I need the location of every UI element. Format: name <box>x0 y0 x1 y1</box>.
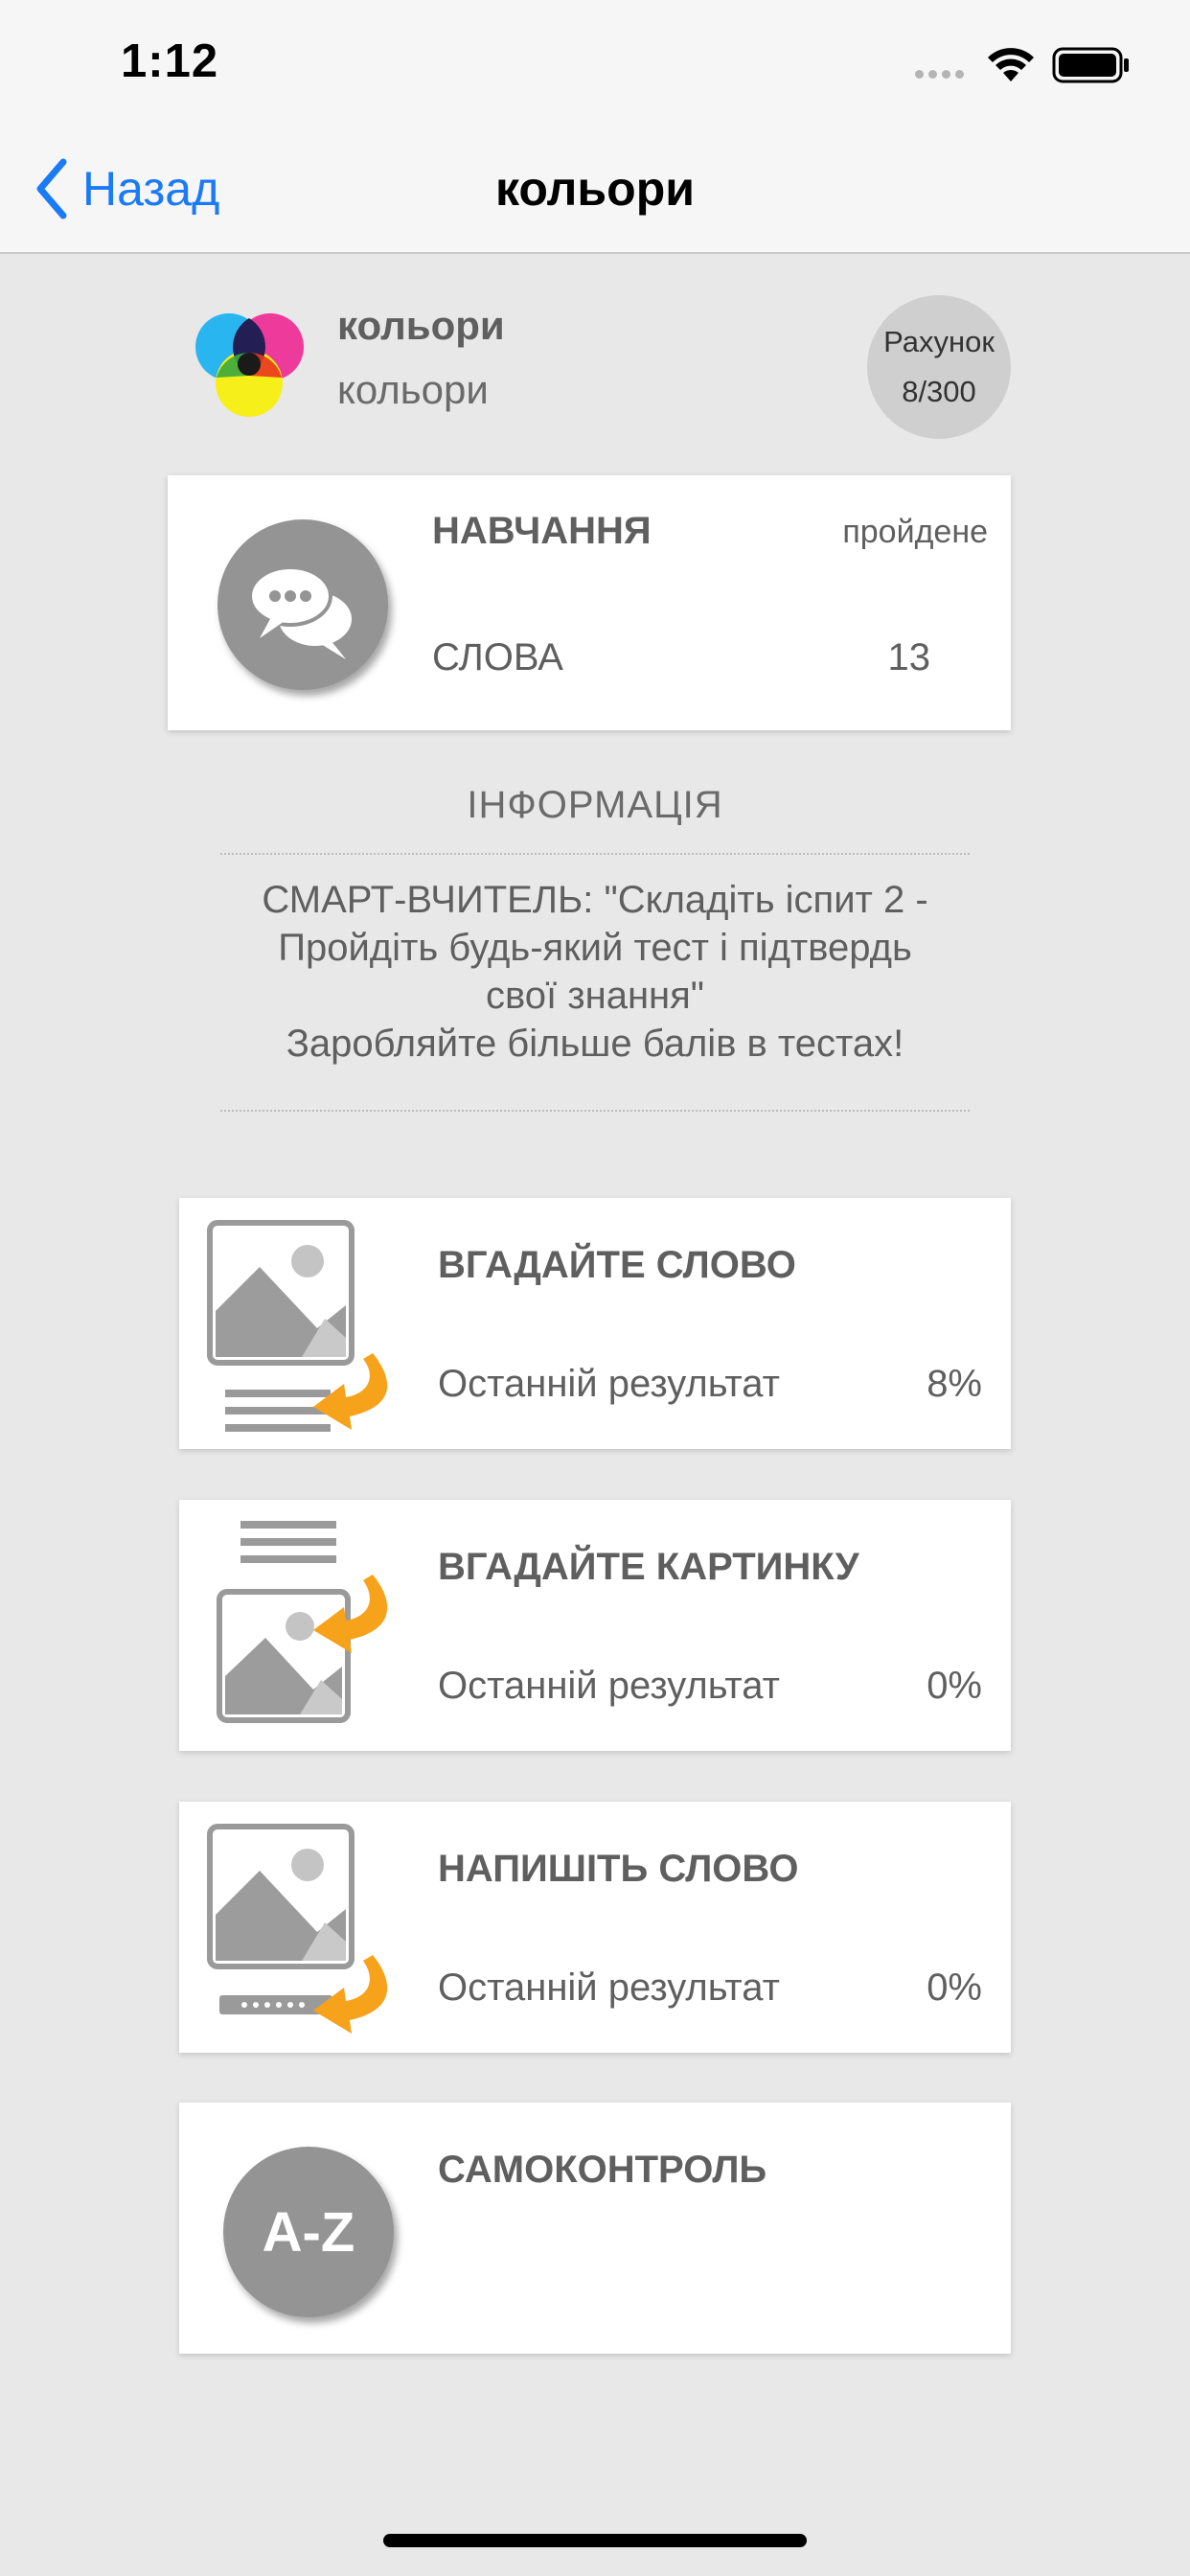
learning-card[interactable]: НАВЧАННЯ пройдене СЛОВА 13 <box>168 475 1011 730</box>
last-result-label: Останній результат <box>438 1665 780 1707</box>
a-z-icon-text: A-Z <box>262 2200 355 2264</box>
deck-title: кольори <box>337 303 505 348</box>
battery-icon <box>1052 47 1129 83</box>
test-title: ВГАДАЙТЕ КАРТИНКУ <box>438 1546 859 1588</box>
last-result-value: 0% <box>927 1966 982 2009</box>
status-time: 1:12 <box>121 35 219 87</box>
deck-subtitle: кольори <box>337 367 489 412</box>
score-value: 8/300 <box>902 375 976 408</box>
last-result-value: 8% <box>927 1363 982 1405</box>
info-heading: ІНФОРМАЦІЯ <box>467 784 723 826</box>
test-title: ВГАДАЙТЕ СЛОВО <box>438 1244 796 1286</box>
self-control-title: САМОКОНТРОЛЬ <box>438 2149 767 2191</box>
words-count: 13 <box>887 636 931 678</box>
test-card-guess-picture[interactable]: ВГАДАЙТЕ КАРТИНКУ Останній результат 0% <box>179 1500 1011 1751</box>
colors-logo-icon <box>195 313 304 417</box>
wifi-icon <box>988 48 1034 81</box>
test-card-write-word[interactable]: НАПИШІТЬ СЛОВО Останній результат 0% <box>179 1802 1011 2053</box>
info-divider-bottom <box>220 1110 970 1112</box>
image-to-typing-icon <box>207 1824 388 2034</box>
test-card-guess-word[interactable]: ВГАДАЙТЕ СЛОВО Останній результат 8% <box>179 1198 1011 1449</box>
image-to-word-icon <box>207 1220 388 1432</box>
top-bar: 1:12 Назад кольори <box>0 0 1190 254</box>
cellular-signal-icon <box>915 70 964 79</box>
a-z-icon: A-Z <box>223 2147 394 2317</box>
last-result-label: Останній результат <box>438 1363 780 1405</box>
score-label: Рахунок <box>883 325 995 358</box>
score-badge: Рахунок 8/300 <box>867 295 1011 439</box>
words-label: СЛОВА <box>432 636 563 678</box>
test-title: НАПИШІТЬ СЛОВО <box>438 1848 799 1890</box>
info-divider-top <box>220 853 970 855</box>
page-title: кольори <box>495 162 695 216</box>
word-to-image-icon <box>217 1521 388 1723</box>
last-result-label: Останній результат <box>438 1966 780 2009</box>
home-indicator[interactable] <box>383 2534 807 2547</box>
last-result-value: 0% <box>927 1665 982 1707</box>
chat-bubbles-icon <box>217 519 388 690</box>
info-text: СМАРТ-ВЧИТЕЛЬ: "Складіть іспит 2 - Пройд… <box>262 879 928 1065</box>
self-control-card[interactable]: A-Z САМОКОНТРОЛЬ <box>179 2103 1011 2354</box>
learning-status: пройдене <box>842 514 988 550</box>
screen: 1:12 Назад кольори кольори кольори Рахун… <box>0 0 1190 2576</box>
learning-title: НАВЧАННЯ <box>432 510 652 552</box>
